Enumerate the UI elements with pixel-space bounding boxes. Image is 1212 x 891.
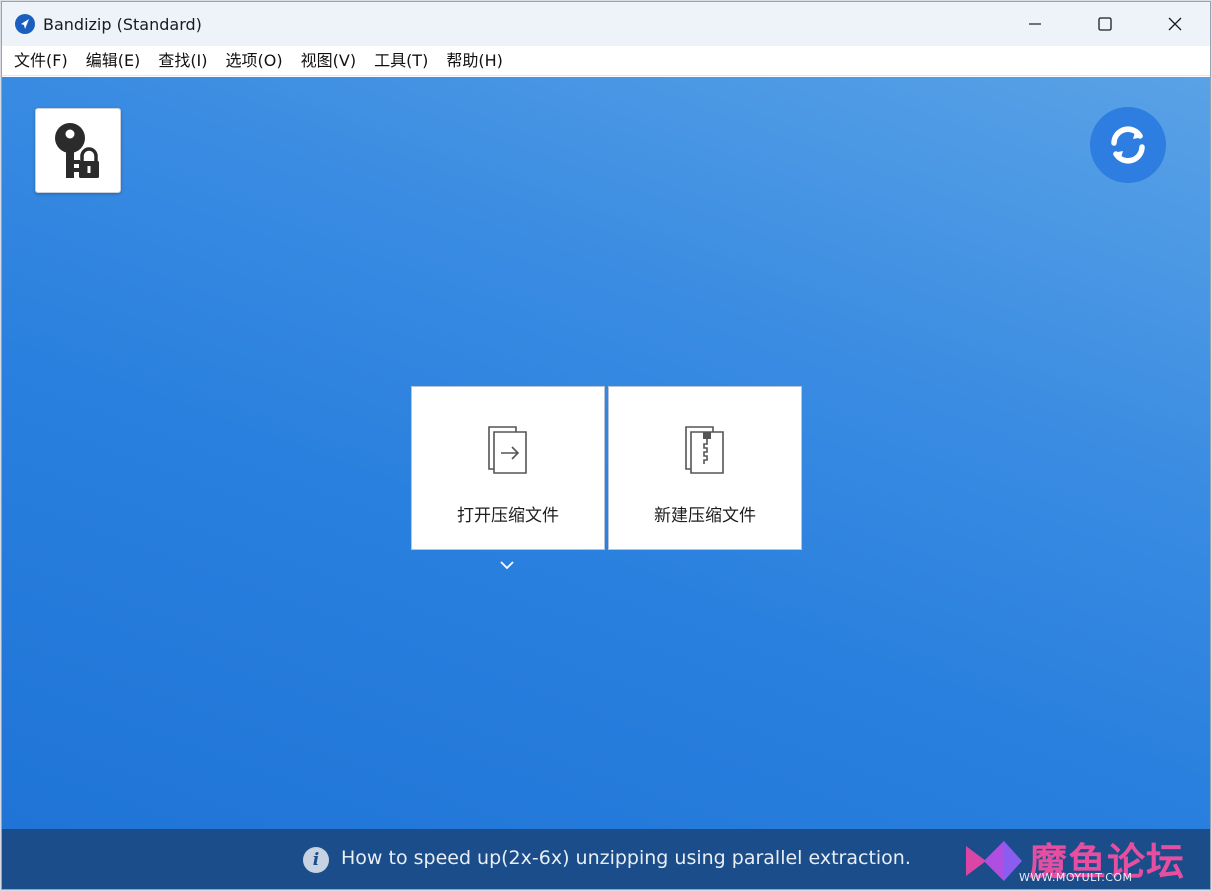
menu-help[interactable]: 帮助(H) xyxy=(437,46,512,76)
bandizip-logo-icon xyxy=(15,14,35,34)
menu-file[interactable]: 文件(F) xyxy=(5,46,77,76)
open-archive-tile[interactable]: 打开压缩文件 xyxy=(411,386,605,550)
window-title: Bandizip (Standard) xyxy=(43,14,202,34)
new-archive-tile[interactable]: 新建压缩文件 xyxy=(608,386,802,550)
main-area: 打开压缩文件 新建压缩文件 xyxy=(2,77,1210,829)
menu-view[interactable]: 视图(V) xyxy=(292,46,365,76)
tip-link[interactable]: How to speed up(2x-6x) unzipping using p… xyxy=(341,847,911,869)
title-bar[interactable]: Bandizip (Standard) xyxy=(2,2,1210,46)
password-manager-button[interactable] xyxy=(35,108,121,193)
watermark-url: WWW.MOYULT.COM xyxy=(1019,871,1133,884)
close-icon xyxy=(1168,17,1182,31)
new-archive-label: 新建压缩文件 xyxy=(654,506,756,526)
minimize-icon xyxy=(1029,23,1041,25)
menu-edit[interactable]: 编辑(E) xyxy=(77,46,150,76)
window-controls xyxy=(1000,2,1210,46)
info-icon: i xyxy=(303,847,329,873)
new-archive-icon xyxy=(685,426,724,474)
menu-find[interactable]: 查找(I) xyxy=(149,46,216,76)
maximize-button[interactable] xyxy=(1070,2,1140,46)
key-lock-icon xyxy=(55,122,99,178)
menu-bar: 文件(F) 编辑(E) 查找(I) 选项(O) 视图(V) 工具(T) 帮助(H… xyxy=(2,46,1210,76)
open-archive-icon xyxy=(488,426,527,474)
watermark: 魔鱼论坛 WWW.MOYULT.COM xyxy=(964,833,1204,889)
close-button[interactable] xyxy=(1140,2,1210,46)
app-window: Bandizip (Standard) 文件(F) 编辑(E) 查找(I) 选项… xyxy=(1,1,1211,890)
menu-tools[interactable]: 工具(T) xyxy=(365,46,437,76)
action-tiles: 打开压缩文件 新建压缩文件 xyxy=(411,386,802,550)
open-archive-label: 打开压缩文件 xyxy=(457,506,559,526)
refresh-icon xyxy=(1111,126,1145,164)
menu-options[interactable]: 选项(O) xyxy=(217,46,292,76)
minimize-button[interactable] xyxy=(1000,2,1070,46)
update-button[interactable] xyxy=(1090,107,1166,183)
status-bar: i How to speed up(2x-6x) unzipping using… xyxy=(2,829,1210,889)
watermark-logo-icon xyxy=(966,841,1022,881)
maximize-icon xyxy=(1098,17,1112,31)
chevron-down-icon[interactable] xyxy=(499,559,515,571)
